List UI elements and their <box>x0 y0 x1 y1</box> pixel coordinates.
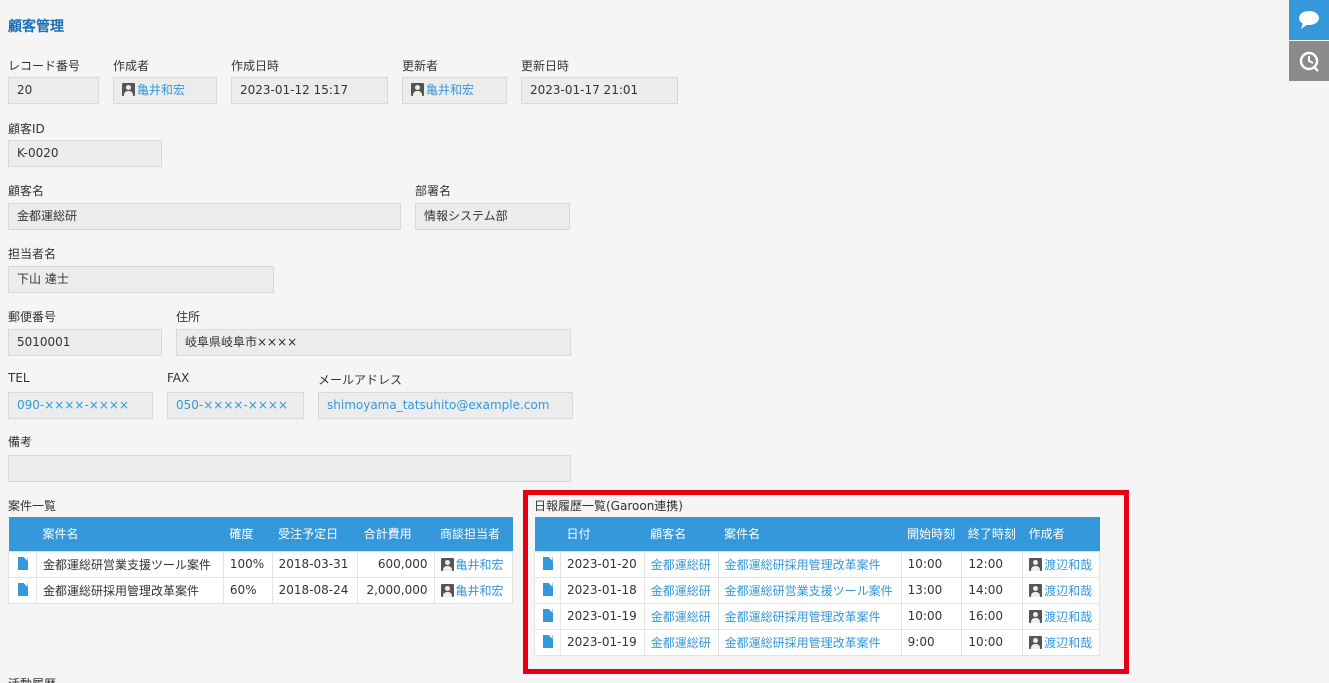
department-label: 部署名 <box>415 184 452 198</box>
tel-label: TEL <box>8 371 30 385</box>
record-detail-cell[interactable] <box>8 550 37 578</box>
fax-field[interactable]: 050-××××-×××× <box>167 392 304 419</box>
deals-table: 案件名 確度 受注予定日 合計費用 商談担当者 金都運総研営業支援ツール案件 1… <box>8 517 514 604</box>
updated-at-field: 2023-01-17 21:01 <box>521 77 678 104</box>
document-icon[interactable] <box>17 583 28 596</box>
customer-id-field: K-0020 <box>8 140 162 167</box>
document-icon[interactable] <box>17 557 28 570</box>
contact-name-label: 担当者名 <box>8 247 57 261</box>
postal-label: 郵便番号 <box>8 310 57 324</box>
deal-name-cell: 金都運総研営業支援ツール案件 <box>36 550 224 578</box>
deals-header-owner: 商談担当者 <box>434 517 513 551</box>
history-icon <box>1299 51 1319 72</box>
deal-owner-link[interactable]: 亀井和宏 <box>456 584 504 598</box>
deals-header-date: 受注予定日 <box>272 517 358 551</box>
deals-header-icon <box>8 517 37 551</box>
user-icon <box>440 583 454 597</box>
address-field: 岐阜県岐阜市×××× <box>176 329 571 356</box>
tel-field[interactable]: 090-××××-×××× <box>8 392 153 419</box>
department-field: 情報システム部 <box>415 203 570 230</box>
table-row: 金都運総研採用管理改革案件 60% 2018-08-24 2,000,000 亀… <box>8 576 514 604</box>
address-label: 住所 <box>176 310 201 324</box>
deal-prob-cell: 100% <box>222 550 273 578</box>
deal-prob-cell: 60% <box>222 576 273 604</box>
deal-date-cell: 2018-03-31 <box>271 550 359 578</box>
deals-header-name: 案件名 <box>36 517 224 551</box>
customer-name-field: 金都運総研 <box>8 203 401 230</box>
created-at-field: 2023-01-12 15:17 <box>231 77 388 104</box>
deal-cost-cell: 600,000 <box>357 550 435 578</box>
updater-label: 更新者 <box>402 59 439 73</box>
page-title: 顧客管理 <box>8 19 64 35</box>
postal-field: 5010001 <box>8 329 162 356</box>
comment-button[interactable] <box>1289 0 1329 40</box>
creator-field[interactable]: 亀井和宏 <box>113 77 217 104</box>
record-no-field: 20 <box>8 77 99 104</box>
deals-header-prob: 確度 <box>223 517 273 551</box>
user-icon <box>440 557 454 571</box>
user-icon <box>122 83 135 96</box>
customer-name-label: 顧客名 <box>8 184 45 198</box>
deals-label: 案件一覧 <box>8 499 57 513</box>
record-detail-cell[interactable] <box>8 576 37 604</box>
creator-label: 作成者 <box>113 59 150 73</box>
contact-name-field: 下山 達士 <box>8 266 274 293</box>
deal-owner-link[interactable]: 亀井和宏 <box>456 558 504 572</box>
comment-icon <box>1299 11 1319 29</box>
deal-owner-cell[interactable]: 亀井和宏 <box>433 576 514 604</box>
user-icon <box>411 83 424 96</box>
email-label: メールアドレス <box>318 373 403 387</box>
email-field[interactable]: shimoyama_tatsuhito@example.com <box>318 392 573 419</box>
table-row: 金都運総研営業支援ツール案件 100% 2018-03-31 600,000 亀… <box>8 550 514 578</box>
customer-id-label: 顧客ID <box>8 122 45 136</box>
deal-owner-cell[interactable]: 亀井和宏 <box>433 550 514 578</box>
deals-header-cost: 合計費用 <box>357 517 435 551</box>
highlight-box <box>523 490 1129 674</box>
updated-at-label: 更新日時 <box>521 59 570 73</box>
created-at-label: 作成日時 <box>231 59 280 73</box>
deal-date-cell: 2018-08-24 <box>271 576 359 604</box>
updater-name[interactable]: 亀井和宏 <box>426 83 474 97</box>
record-no-label: レコード番号 <box>8 59 81 73</box>
deal-cost-cell: 2,000,000 <box>357 576 435 604</box>
activity-label: 活動履歴 <box>8 675 56 683</box>
notes-label: 備考 <box>8 435 33 449</box>
notes-field <box>8 455 571 482</box>
updater-field[interactable]: 亀井和宏 <box>402 77 507 104</box>
fax-label: FAX <box>167 371 190 385</box>
deal-name-cell: 金都運総研採用管理改革案件 <box>36 576 224 604</box>
creator-name[interactable]: 亀井和宏 <box>137 83 185 97</box>
history-button[interactable] <box>1289 41 1329 81</box>
